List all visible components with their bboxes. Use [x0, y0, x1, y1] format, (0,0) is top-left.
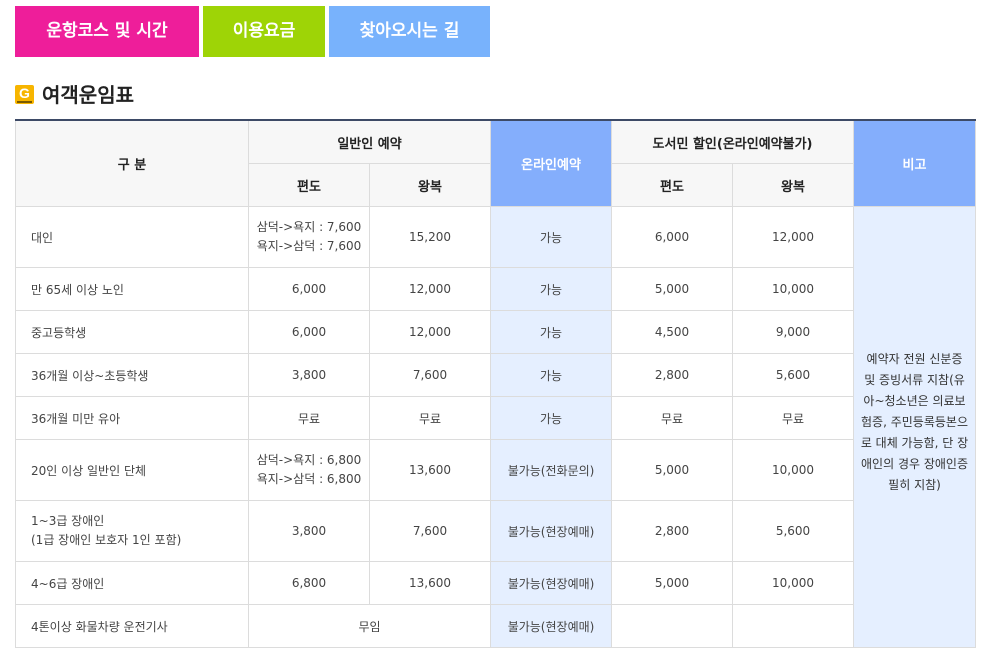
row-label: 4톤이상 화물차량 운전기사 [15, 604, 249, 648]
online-cell: 가능 [490, 267, 613, 311]
islander-round-cell: 9,000 [732, 310, 855, 354]
header-islander: 도서민 할인(온라인예약불가) [611, 119, 855, 164]
table-row: 20인 이상 일반인 단체 삼덕->욕지 : 6,800 욕지->삼덕 : 6,8… [15, 439, 976, 501]
table-row: 1~3급 장애인 (1급 장애인 보호자 1인 포함) 3,800 7,600 불… [15, 500, 976, 562]
header-category: 구 분 [15, 119, 249, 207]
islander-one-way-cell [611, 604, 734, 648]
online-cell: 가능 [490, 353, 613, 397]
row-label: 4~6급 장애인 [15, 561, 249, 605]
table-row: 4톤이상 화물차량 운전기사 무임 불가능(현장예매) [15, 604, 976, 648]
general-round-cell: 13,600 [368, 561, 492, 605]
islander-round-cell: 12,000 [732, 206, 855, 268]
islander-round-cell [732, 604, 855, 648]
table-row: 만 65세 이상 노인 6,000 12,000 가능 5,000 10,000 [15, 267, 976, 311]
islander-one-way-cell: 5,000 [611, 439, 734, 501]
general-round-cell: 12,000 [368, 310, 492, 354]
tab-directions[interactable]: 찾아오시는 길 [329, 6, 490, 57]
online-cell: 불가능(현장예매) [490, 561, 613, 605]
online-cell: 불가능(현장예매) [490, 604, 613, 648]
general-one-way-cell: 6,800 [248, 561, 370, 605]
general-round-cell: 12,000 [368, 267, 492, 311]
general-merged-cell: 무임 [247, 604, 492, 648]
table-row: 중고등학생 6,000 12,000 가능 4,500 9,000 [15, 310, 976, 354]
tab-route-schedule[interactable]: 운항코스 및 시간 [15, 6, 199, 57]
header-islander-one-way: 편도 [611, 163, 734, 207]
row-label: 36개월 이상~초등학생 [15, 353, 249, 397]
table-row: 36개월 미만 유아 무료 무료 가능 무료 무료 [15, 396, 976, 440]
islander-one-way-cell: 6,000 [611, 206, 734, 268]
row-label: 20인 이상 일반인 단체 [15, 439, 249, 501]
islander-one-way-cell: 2,800 [611, 500, 734, 562]
header-note: 비고 [853, 119, 977, 207]
header-general: 일반인 예약 [247, 119, 492, 164]
islander-one-way-cell: 2,800 [611, 353, 734, 397]
header-general-one-way: 편도 [248, 163, 370, 207]
online-cell: 불가능(전화문의) [490, 439, 613, 501]
islander-round-cell: 10,000 [732, 267, 855, 311]
general-one-way-cell: 3,800 [248, 353, 370, 397]
online-cell: 불가능(현장예매) [490, 500, 613, 562]
islander-one-way-cell: 4,500 [611, 310, 734, 354]
row-label: 36개월 미만 유아 [15, 396, 249, 440]
general-round-cell: 15,200 [368, 206, 492, 268]
fare-table: 구 분 일반인 예약 온라인예약 도서민 할인(온라인예약불가) 비고 편도 왕… [15, 119, 977, 648]
row-label: 1~3급 장애인 (1급 장애인 보호자 1인 포함) [15, 500, 249, 562]
g-logo-icon: G [15, 85, 34, 104]
row-label: 중고등학생 [15, 310, 249, 354]
table-row: 36개월 이상~초등학생 3,800 7,600 가능 2,800 5,600 [15, 353, 976, 397]
islander-round-cell: 5,600 [732, 353, 855, 397]
general-round-cell: 13,600 [368, 439, 492, 501]
general-round-cell: 무료 [368, 396, 492, 440]
general-one-way-cell: 6,000 [248, 267, 370, 311]
online-cell: 가능 [490, 310, 613, 354]
general-round-cell: 7,600 [368, 500, 492, 562]
islander-round-cell: 무료 [732, 396, 855, 440]
online-cell: 가능 [490, 396, 613, 440]
general-one-way-cell: 6,000 [248, 310, 370, 354]
islander-one-way-cell: 5,000 [611, 267, 734, 311]
table-row: 대인 삼덕->욕지 : 7,600 욕지->삼덕 : 7,600 15,200 가… [15, 206, 977, 648]
islander-round-cell: 10,000 [732, 439, 855, 501]
islander-round-cell: 5,600 [732, 500, 855, 562]
general-one-way-cell: 삼덕->욕지 : 7,600 욕지->삼덕 : 7,600 [248, 206, 370, 268]
table-row: 4~6급 장애인 6,800 13,600 불가능(현장예매) 5,000 10… [15, 561, 976, 605]
row-label: 대인 [15, 206, 249, 268]
tab-fare[interactable]: 이용요금 [203, 6, 325, 57]
general-round-cell: 7,600 [368, 353, 492, 397]
islander-one-way-cell: 무료 [611, 396, 734, 440]
header-islander-round: 왕복 [732, 163, 855, 207]
islander-round-cell: 10,000 [732, 561, 855, 605]
islander-one-way-cell: 5,000 [611, 561, 734, 605]
header-general-round: 왕복 [368, 163, 492, 207]
general-one-way-cell: 3,800 [248, 500, 370, 562]
general-one-way-cell: 무료 [248, 396, 370, 440]
note-cell: 예약자 전원 신분증 및 증빙서류 지참(유아~청소년은 의료보험증, 주민등록… [853, 206, 977, 648]
row-label: 만 65세 이상 노인 [15, 267, 249, 311]
header-online: 온라인예약 [490, 119, 613, 207]
online-cell: 가능 [490, 206, 613, 268]
general-one-way-cell: 삼덕->욕지 : 6,800 욕지->삼덕 : 6,800 [248, 439, 370, 501]
page-title: 여객운임표 [42, 83, 134, 107]
